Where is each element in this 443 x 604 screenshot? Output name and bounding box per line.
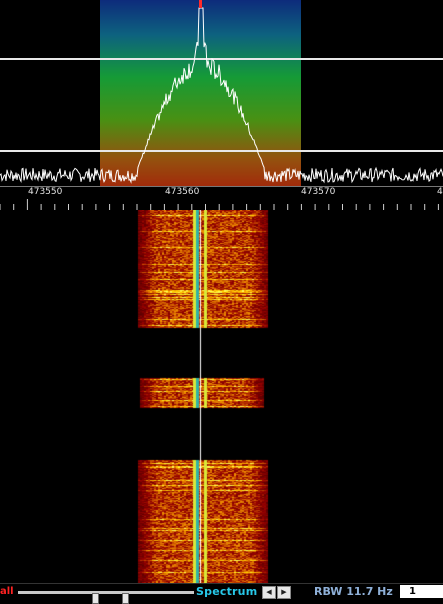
view-mode-label[interactable]: Spectrum: [196, 585, 257, 598]
rbw-label: RBW 11.7 Hz: [314, 585, 393, 598]
spectrum-trace-line: [0, 7, 443, 184]
frequency-axis-ticks: [0, 199, 439, 211]
center-frequency-marker[interactable]: [199, 0, 202, 8]
freq-tick-label: 473560: [165, 187, 200, 197]
range-slider[interactable]: [18, 591, 194, 604]
next-button[interactable]: ▶: [277, 586, 291, 599]
spectrum-trace: [0, 7, 443, 184]
freq-tick-label: 473570: [301, 187, 336, 197]
freq-tick-label: 473550: [28, 187, 63, 197]
averaging-field[interactable]: 1: [400, 585, 443, 598]
waterfall-display[interactable]: [0, 210, 443, 583]
spectrum-display[interactable]: [0, 0, 443, 193]
waterfall-canvas[interactable]: [0, 210, 443, 583]
frequency-axis: 473550 473560 473570 4: [0, 186, 443, 211]
freq-tick-label: 4: [437, 187, 443, 197]
mode-label[interactable]: all: [0, 586, 14, 597]
triangle-left-icon: ◀: [266, 588, 272, 596]
previous-button[interactable]: ◀: [262, 586, 276, 599]
triangle-right-icon: ▶: [281, 588, 287, 596]
status-bar: all Spectrum ◀ ▶ RBW 11.7 Hz 1: [0, 583, 443, 604]
